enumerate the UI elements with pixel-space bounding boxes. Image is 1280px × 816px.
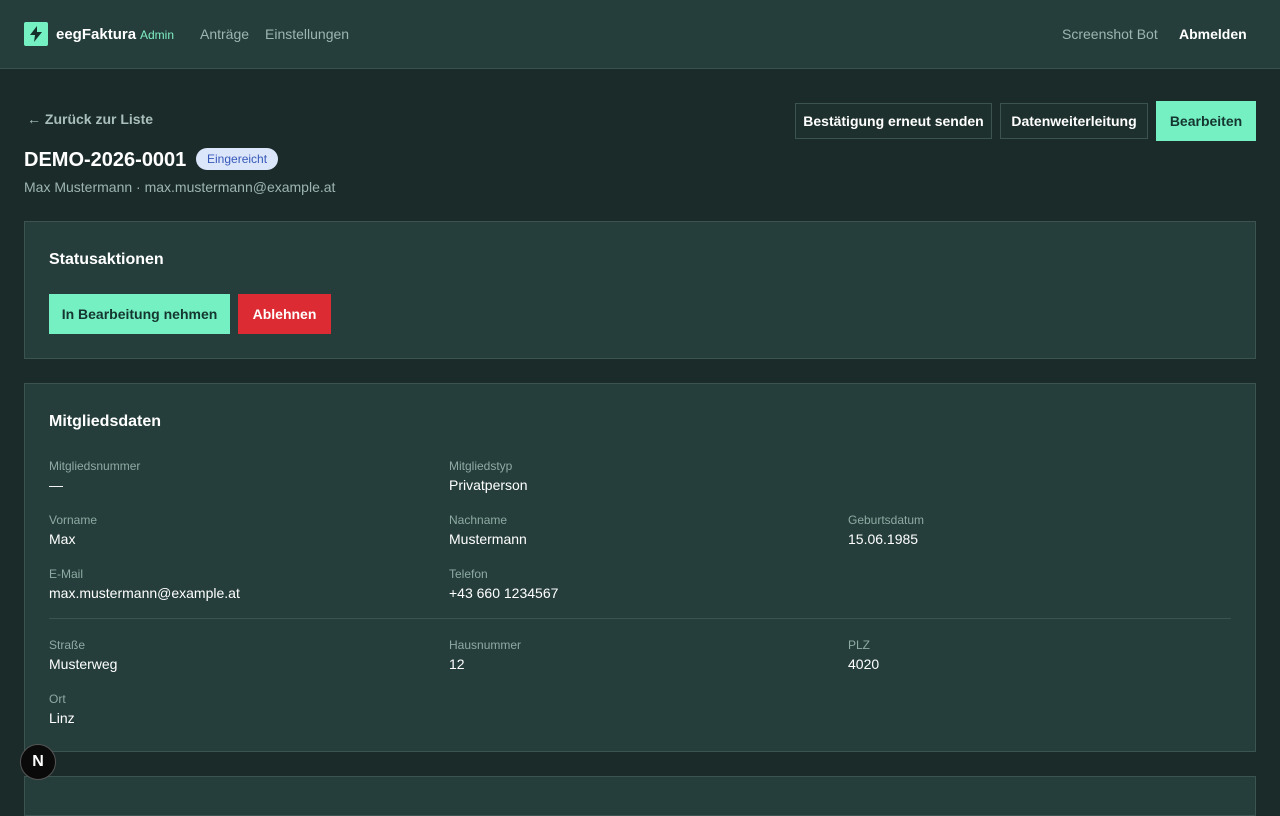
data-forwarding-button[interactable]: Datenweiterleitung (1000, 103, 1148, 139)
field-value-postal-code: 4020 (848, 656, 880, 672)
next-panel (24, 776, 1256, 816)
field-label-house-number: Hausnummer (449, 638, 522, 652)
section-divider (49, 618, 1231, 619)
field-value-email: max.mustermann@example.at (49, 585, 240, 601)
field-value-birth-date: 15.06.1985 (848, 531, 919, 547)
field-value-first-name: Max (49, 531, 76, 547)
brand-name[interactable]: eegFaktura (56, 26, 136, 43)
field-label-member-type: Mitgliedstyp (449, 459, 513, 473)
field-label-phone: Telefon (449, 567, 488, 581)
status-badge: Eingereicht (196, 148, 279, 170)
field-value-house-number: 12 (449, 656, 465, 672)
status-actions-panel: Statusaktionen In Bearbeitung nehmen Abl… (24, 221, 1256, 359)
top-navigation-bar: eegFaktura Admin Anträge Einstellungen S… (0, 0, 1280, 69)
field-value-city: Linz (49, 710, 75, 726)
member-data-title: Mitgliedsdaten (49, 413, 162, 430)
nav-link-antraege[interactable]: Anträge (200, 26, 249, 42)
field-value-street: Musterweg (49, 656, 118, 672)
applicant-summary: Max Mustermann · max.mustermann@example.… (24, 179, 336, 195)
page-title: DEMO-2026-0001 (24, 149, 187, 171)
take-in-progress-button[interactable]: In Bearbeitung nehmen (49, 294, 230, 334)
field-label-last-name: Nachname (449, 513, 508, 527)
back-to-list-link[interactable]: ← Zurück zur Liste (27, 111, 153, 127)
field-value-member-type: Privatperson (449, 477, 528, 493)
field-value-last-name: Mustermann (449, 531, 527, 547)
field-label-first-name: Vorname (49, 513, 98, 527)
edit-button[interactable]: Bearbeiten (1156, 101, 1256, 141)
admin-tag: Admin (140, 28, 175, 42)
field-label-birth-date: Geburtsdatum (848, 513, 925, 527)
status-actions-title: Statusaktionen (49, 251, 164, 268)
field-label-street: Straße (49, 638, 86, 652)
nav-link-einstellungen[interactable]: Einstellungen (265, 26, 349, 42)
logout-link[interactable]: Abmelden (1179, 26, 1247, 42)
current-user-name: Screenshot Bot (1062, 26, 1158, 42)
next-dev-tools-button[interactable]: N (20, 744, 56, 780)
field-label-postal-code: PLZ (848, 638, 871, 652)
member-data-panel: Mitgliedsdaten Mitgliedsnummer — Mitglie… (24, 383, 1256, 752)
reject-button[interactable]: Ablehnen (238, 294, 331, 334)
lightning-logo-icon[interactable] (24, 22, 48, 46)
field-label-member-number: Mitgliedsnummer (49, 459, 141, 473)
field-value-member-number: — (49, 477, 63, 493)
field-label-email: E-Mail (49, 567, 84, 581)
field-label-city: Ort (49, 692, 66, 706)
resend-confirmation-button[interactable]: Bestätigung erneut senden (795, 103, 992, 139)
field-value-phone: +43 660 1234567 (449, 585, 559, 601)
